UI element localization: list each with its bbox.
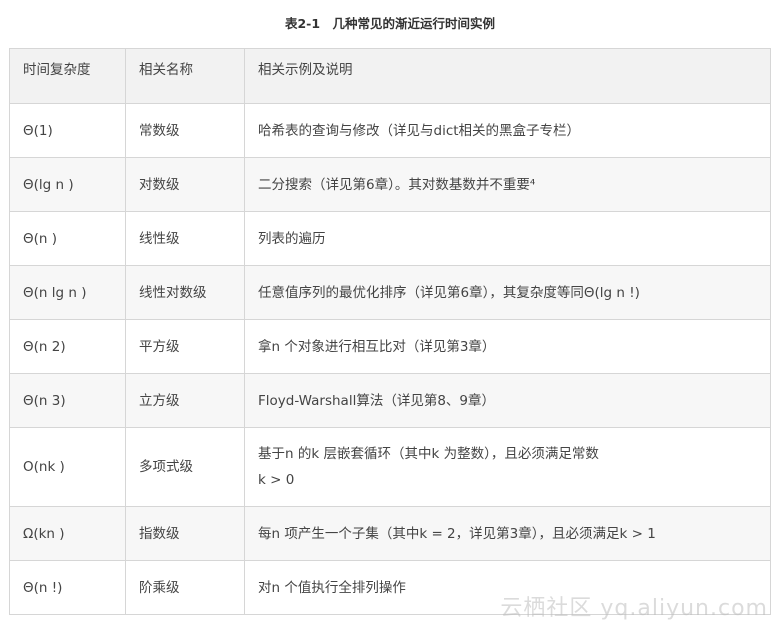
cell-complexity: O(nk ) [9, 427, 126, 507]
cell-name: 平方级 [125, 319, 245, 374]
table-row: Θ(n 2) 平方级 拿n 个对象进行相互比对（详见第3章） [9, 319, 771, 374]
cell-description: 基于n 的k 层嵌套循环（其中k 为整数），且必须满足常数 k > 0 [244, 427, 771, 507]
table-row: Θ(n lg n ) 线性对数级 任意值序列的最优化排序（详见第6章），其复杂度… [9, 265, 771, 320]
header-description: 相关示例及说明 [244, 48, 771, 104]
table-row: Ω(kn ) 指数级 每n 项产生一个子集（其中k = 2，详见第3章），且必须… [9, 506, 771, 561]
cell-description: 任意值序列的最优化排序（详见第6章），其复杂度等同Θ(lg n !) [244, 265, 771, 320]
description-line: 列表的遍历 [258, 230, 326, 247]
cell-complexity: Θ(n !) [9, 560, 126, 615]
cell-name: 线性级 [125, 211, 245, 266]
cell-name: 指数级 [125, 506, 245, 561]
cell-complexity: Θ(lg n ) [9, 157, 126, 212]
cell-name: 阶乘级 [125, 560, 245, 615]
cell-name: 立方级 [125, 373, 245, 428]
cell-complexity: Θ(1) [9, 103, 126, 158]
header-complexity: 时间复杂度 [9, 48, 126, 104]
cell-complexity: Θ(n ) [9, 211, 126, 266]
cell-description: 二分搜索（详见第6章）。其对数基数并不重要⁴ [244, 157, 771, 212]
cell-name: 常数级 [125, 103, 245, 158]
complexity-table: 时间复杂度 相关名称 相关示例及说明 Θ(1) 常数级 哈希表的查询与修改（详见… [9, 48, 771, 615]
cell-name: 多项式级 [125, 427, 245, 507]
table-header-row: 时间复杂度 相关名称 相关示例及说明 [9, 48, 771, 104]
cell-description: 哈希表的查询与修改（详见与dict相关的黑盒子专栏） [244, 103, 771, 158]
cell-name: 线性对数级 [125, 265, 245, 320]
page: 表2-1 几种常见的渐近运行时间实例 时间复杂度 相关名称 相关示例及说明 Θ(… [0, 0, 780, 628]
cell-complexity: Θ(n 2) [9, 319, 126, 374]
description-line: 二分搜索（详见第6章）。其对数基数并不重要⁴ [258, 176, 536, 193]
table-row: Θ(1) 常数级 哈希表的查询与修改（详见与dict相关的黑盒子专栏） [9, 103, 771, 158]
cell-complexity: Θ(n lg n ) [9, 265, 126, 320]
table-caption: 表2-1 几种常见的渐近运行时间实例 [284, 16, 496, 31]
description-line: 拿n 个对象进行相互比对（详见第3章） [258, 338, 496, 355]
description-line: 基于n 的k 层嵌套循环（其中k 为整数），且必须满足常数 [258, 446, 599, 462]
description-line: 每n 项产生一个子集（其中k = 2，详见第3章），且必须满足k > 1 [258, 525, 656, 542]
cell-complexity: Ω(kn ) [9, 506, 126, 561]
table-row: Θ(n ) 线性级 列表的遍历 [9, 211, 771, 266]
cell-name: 对数级 [125, 157, 245, 212]
description-line: Floyd-Warshall算法（详见第8、9章） [258, 392, 496, 409]
cell-description: 列表的遍历 [244, 211, 771, 266]
cell-description: Floyd-Warshall算法（详见第8、9章） [244, 373, 771, 428]
watermark: 云栖社区 yq.aliyun.com [500, 596, 768, 621]
description-line: 任意值序列的最优化排序（详见第6章），其复杂度等同Θ(lg n !) [258, 284, 640, 301]
cell-description: 拿n 个对象进行相互比对（详见第3章） [244, 319, 771, 374]
table-row: O(nk ) 多项式级 基于n 的k 层嵌套循环（其中k 为整数），且必须满足常… [9, 427, 771, 507]
table-row: Θ(n 3) 立方级 Floyd-Warshall算法（详见第8、9章） [9, 373, 771, 428]
description-line: 哈希表的查询与修改（详见与dict相关的黑盒子专栏） [258, 122, 581, 139]
header-name: 相关名称 [125, 48, 245, 104]
cell-complexity: Θ(n 3) [9, 373, 126, 428]
description-line: k > 0 [258, 472, 295, 488]
table-row: Θ(lg n ) 对数级 二分搜索（详见第6章）。其对数基数并不重要⁴ [9, 157, 771, 212]
cell-description: 每n 项产生一个子集（其中k = 2，详见第3章），且必须满足k > 1 [244, 506, 771, 561]
